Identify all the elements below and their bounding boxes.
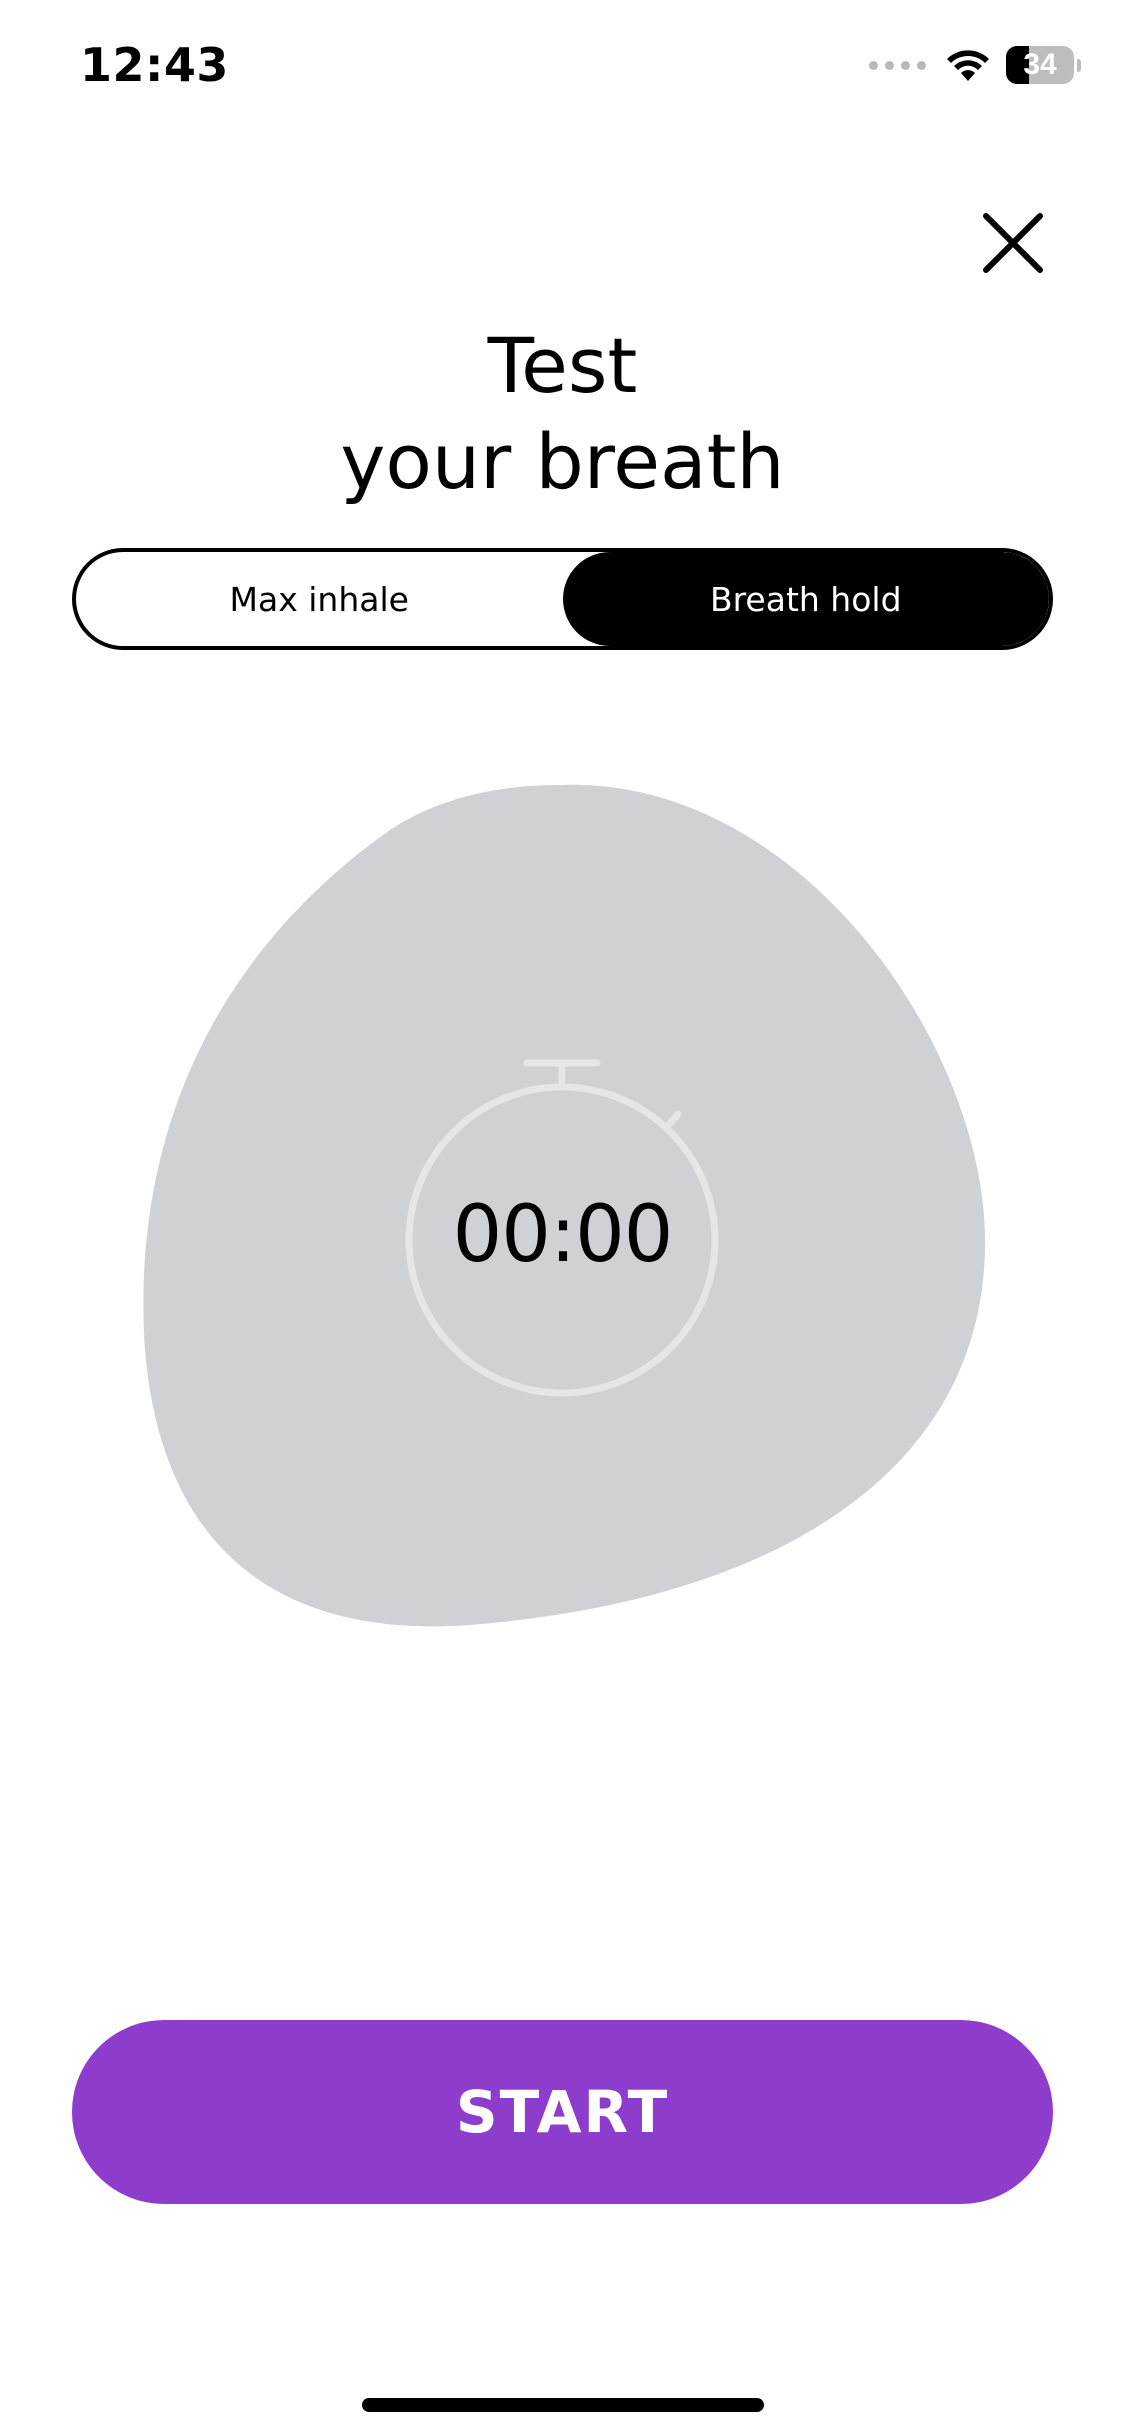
wifi-icon (947, 50, 989, 81)
start-button[interactable]: START (72, 2020, 1053, 2204)
battery-level: 34 (1023, 48, 1057, 81)
mode-segmented-control: Max inhale Breath hold (72, 548, 1053, 650)
page-title-line2: your breath (340, 417, 785, 506)
page-title: Test your breath (0, 318, 1125, 510)
tab-max-inhale[interactable]: Max inhale (76, 552, 563, 646)
status-time: 12:43 (80, 38, 229, 92)
battery-icon: 34 (1006, 46, 1074, 84)
battery-nub (1077, 58, 1081, 72)
close-icon (983, 213, 1043, 273)
status-icons: 34 (869, 46, 1081, 84)
home-indicator[interactable] (362, 2398, 764, 2412)
timer-display: 00:00 (452, 1190, 674, 1280)
page-title-line1: Test (487, 321, 638, 410)
tab-breath-hold[interactable]: Breath hold (562, 552, 1049, 646)
cellular-signal-icon (869, 60, 926, 70)
close-button[interactable] (978, 208, 1048, 278)
